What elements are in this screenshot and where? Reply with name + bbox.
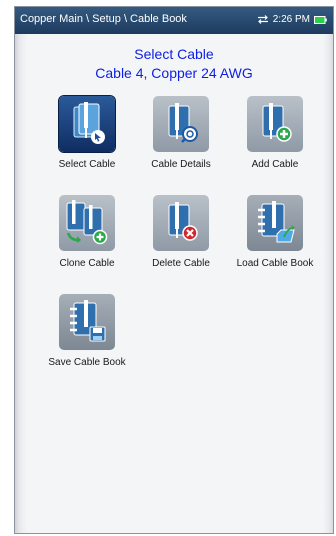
cable-clone-icon: [59, 195, 115, 251]
add-cable-tile[interactable]: Add Cable: [231, 96, 319, 171]
tile-label: Clone Cable: [59, 258, 115, 269]
tile-label: Add Cable: [251, 159, 299, 170]
title-bar: Copper Main \ Setup \ Cable Book 2:26 PM: [15, 7, 333, 34]
clock: 2:26 PM: [272, 14, 310, 25]
device-screen: Copper Main \ Setup \ Cable Book 2:26 PM…: [14, 6, 334, 534]
tile-label: Cable Details: [151, 159, 211, 170]
page-title: Select Cable: [134, 46, 214, 62]
delete-cable-tile[interactable]: Delete Cable: [137, 195, 225, 270]
tile-label: Load Cable Book: [236, 258, 314, 269]
selection-header: Select Cable Cable 4, Copper 24 AWG: [15, 45, 333, 83]
cable-book-load-icon: [247, 195, 303, 251]
cable-details-icon: [153, 96, 209, 152]
clone-cable-tile[interactable]: Clone Cable: [43, 195, 131, 270]
tile-label: Save Cable Book: [48, 357, 126, 368]
status-area: 2:26 PM: [257, 14, 327, 25]
load-cable-book-tile[interactable]: Load Cable Book: [231, 195, 319, 270]
battery-icon: [314, 15, 327, 24]
select-cable-tile[interactable]: Select Cable: [43, 96, 131, 171]
cable-delete-icon: [153, 195, 209, 251]
current-cable: Cable 4, Copper 24 AWG: [95, 65, 253, 81]
tile-label: Delete Cable: [152, 258, 210, 269]
connection-arrows-icon: [257, 15, 268, 24]
cable-add-icon: [247, 96, 303, 152]
tile-label: Select Cable: [58, 159, 116, 170]
cable-book-save-icon: [59, 294, 115, 350]
save-cable-book-tile[interactable]: Save Cable Book: [43, 294, 131, 369]
cable-details-tile[interactable]: Cable Details: [137, 96, 225, 171]
cable-select-icon: [59, 96, 115, 152]
breadcrumb[interactable]: Copper Main \ Setup \ Cable Book: [20, 13, 187, 25]
